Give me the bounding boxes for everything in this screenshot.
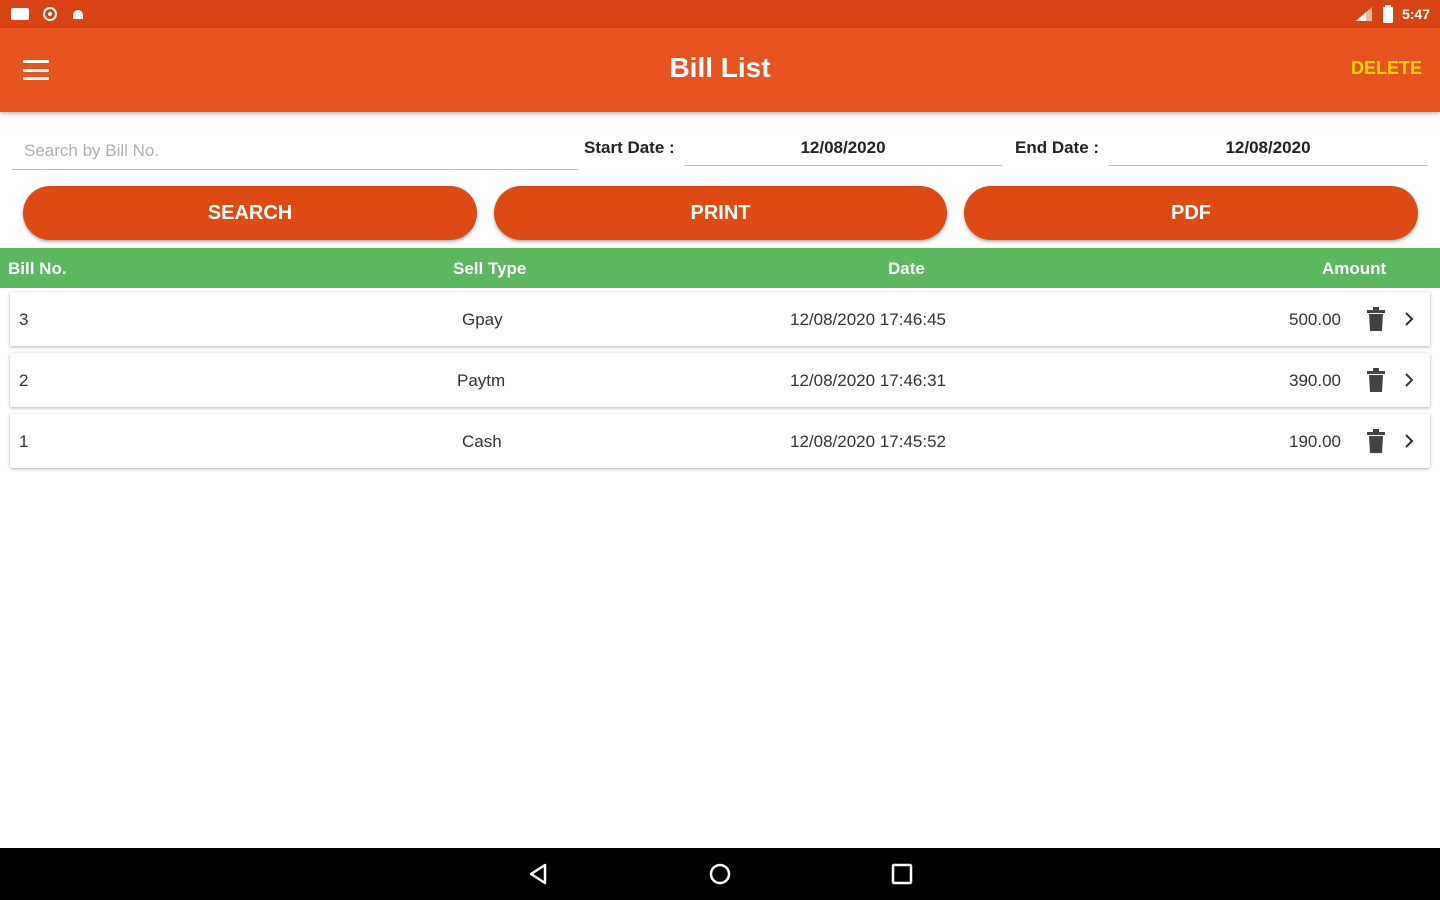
status-system: 5:47: [1354, 5, 1430, 23]
navigation-bar: [0, 848, 1440, 900]
chevron-right-icon[interactable]: [1402, 309, 1416, 329]
bill-date: 12/08/2020 17:46:45: [790, 310, 946, 329]
header-date: Date: [888, 259, 925, 278]
table-row[interactable]: 3 Gpay 12/08/2020 17:46:45 500.00: [10, 292, 1430, 346]
status-bar: 5:47: [0, 0, 1440, 28]
sell-type: Cash: [462, 432, 502, 451]
trash-icon[interactable]: [1366, 368, 1386, 392]
recents-icon[interactable]: [888, 860, 916, 888]
status-notifications: [10, 6, 86, 22]
bill-no: 3: [19, 310, 29, 329]
search-input[interactable]: [12, 132, 578, 170]
trash-icon[interactable]: [1366, 429, 1386, 453]
action-buttons: SEARCH PRINT PDF: [0, 186, 1440, 240]
bill-date: 12/08/2020 17:45:52: [790, 432, 946, 451]
trash-icon[interactable]: [1366, 307, 1386, 331]
bill-no: 1: [19, 432, 29, 451]
app-bar: Bill List DELETE: [0, 28, 1440, 112]
table-row[interactable]: 1 Cash 12/08/2020 17:45:52 190.00: [10, 414, 1430, 468]
end-date-label: End Date :: [1015, 138, 1100, 157]
message-icon: [11, 8, 29, 20]
sync-icon: [43, 7, 57, 21]
bill-list: 3 Gpay 12/08/2020 17:46:45 500.00 2 Payt…: [10, 292, 1430, 475]
pdf-button[interactable]: PDF: [964, 186, 1418, 240]
chevron-right-icon[interactable]: [1402, 431, 1416, 451]
table-row[interactable]: 2 Paytm 12/08/2020 17:46:31 390.00: [10, 353, 1430, 407]
start-date-label: Start Date :: [584, 138, 675, 157]
header-bill-no: Bill No.: [8, 259, 67, 278]
page-title: Bill List: [669, 52, 771, 83]
bill-date: 12/08/2020 17:46:31: [790, 371, 946, 390]
print-button[interactable]: PRINT: [494, 186, 947, 240]
filter-bar: Start Date : 12/08/2020 End Date : 12/08…: [0, 128, 1440, 172]
menu-button[interactable]: [20, 56, 52, 84]
table-header: Bill No. Sell Type Date Amount: [0, 248, 1440, 288]
end-date-field[interactable]: 12/08/2020: [1108, 132, 1428, 166]
bill-amount: 390.00: [1289, 371, 1341, 390]
signal-icon: [1355, 7, 1372, 21]
bill-no: 2: [19, 371, 29, 390]
menu-icon: [23, 60, 49, 63]
chevron-right-icon[interactable]: [1402, 370, 1416, 390]
sell-type: Gpay: [462, 310, 503, 329]
sell-type: Paytm: [457, 371, 506, 390]
header-sell-type: Sell Type: [453, 259, 527, 278]
start-date-field[interactable]: 12/08/2020: [684, 132, 1002, 166]
back-icon[interactable]: [525, 860, 553, 888]
delete-button[interactable]: DELETE: [1351, 58, 1422, 79]
bill-amount: 500.00: [1289, 310, 1341, 329]
search-button[interactable]: SEARCH: [23, 186, 477, 240]
bill-amount: 190.00: [1289, 432, 1341, 451]
home-icon[interactable]: [706, 860, 734, 888]
status-time: 5:47: [1401, 6, 1430, 22]
android-icon: [73, 10, 83, 19]
header-amount: Amount: [1322, 259, 1387, 278]
battery-icon: [1382, 5, 1393, 23]
